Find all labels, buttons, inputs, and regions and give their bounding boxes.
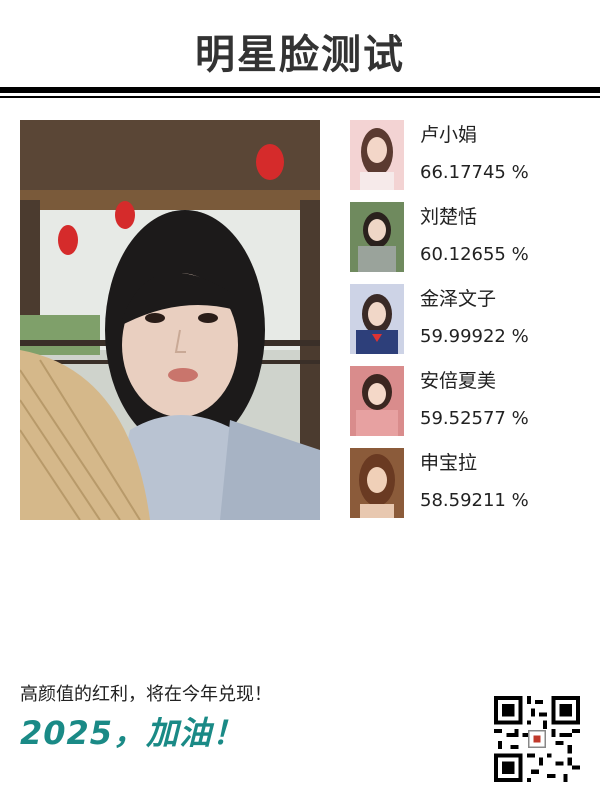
celebrity-name: 安倍夏美 [420,370,497,392]
header-divider-thin [0,96,600,98]
celebrity-name: 卢小娟 [420,124,478,146]
celebrity-name: 金泽文子 [420,288,497,310]
celebrity-thumbnail [350,202,404,272]
slogan-text: 高颜值的红利，将在今年兑现！ [20,684,272,705]
celebrity-thumbnail [350,284,404,354]
celebrity-thumbnail [350,366,404,436]
similarity-score: 66.17745 % [420,162,529,183]
list-item: 申宝拉 58.59211 % [350,448,590,530]
list-item: 金泽文子 59.99922 % [350,284,590,366]
list-item: 刘楚恬 60.12655 % [350,202,590,284]
similarity-score: 59.52577 % [420,408,529,429]
user-photo [20,120,320,520]
celebrity-thumbnail [350,448,404,518]
similarity-score: 59.99922 % [420,326,529,347]
list-item: 卢小娟 66.17745 % [350,120,590,202]
celebrity-name: 申宝拉 [420,452,478,474]
cheer-text: 2025，加油！ [20,714,246,752]
list-item: 安倍夏美 59.52577 % [350,366,590,448]
similarity-score: 60.12655 % [420,244,529,265]
qr-code-icon [494,696,580,782]
similarity-score: 58.59211 % [420,490,529,511]
celebrity-thumbnail [350,120,404,190]
header-divider-thick [0,87,600,93]
match-list: 卢小娟 66.17745 % 刘楚恬 60.12655 % 金泽文子 59.99… [350,120,590,530]
page-title: 明星脸测试 [195,32,405,78]
celebrity-name: 刘楚恬 [420,206,478,228]
